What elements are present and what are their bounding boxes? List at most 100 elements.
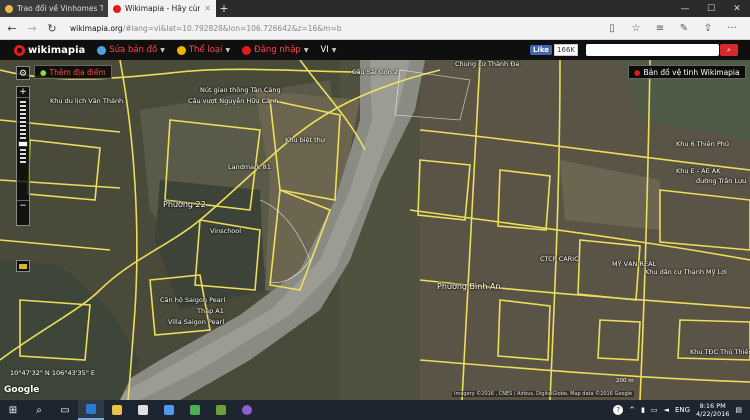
map-label[interactable]: CTCP CARIC bbox=[540, 255, 579, 263]
app-green-taskbar-button[interactable] bbox=[182, 400, 208, 420]
settings-button[interactable]: ⚙ bbox=[16, 66, 30, 80]
more-icon[interactable]: ··· bbox=[720, 23, 744, 34]
map-label[interactable]: Phường Bình An bbox=[437, 282, 501, 291]
facebook-like-button[interactable]: Like bbox=[529, 45, 553, 55]
google-logo[interactable]: Google bbox=[4, 385, 39, 395]
viber-taskbar-button[interactable] bbox=[234, 400, 260, 420]
add-place-icon: ● bbox=[40, 67, 47, 77]
satellite-map-canvas bbox=[0, 60, 750, 400]
search-icon: ⌕ bbox=[36, 404, 42, 416]
wikimapia-logo-icon bbox=[14, 44, 25, 56]
favorite-star-icon[interactable]: ☆ bbox=[624, 23, 648, 34]
map-label[interactable]: MỸ VẠN REAL bbox=[612, 260, 656, 268]
map-label[interactable]: Vinschool bbox=[210, 227, 241, 235]
map-label[interactable]: Khu 6 Thiện Phú bbox=[676, 140, 729, 148]
edit-map-menu[interactable]: Sửa bản đồ ▼ bbox=[97, 45, 165, 55]
map-label[interactable]: Khu du lịch Văn Thánh bbox=[50, 97, 123, 105]
login-menu[interactable]: Đăng nhập ▼ bbox=[242, 45, 308, 55]
store-icon bbox=[138, 405, 148, 415]
volume-icon[interactable]: ◄ bbox=[664, 406, 669, 414]
minimize-button[interactable]: — bbox=[672, 0, 698, 17]
zoom-slider[interactable] bbox=[17, 101, 29, 197]
layers-button[interactable] bbox=[16, 260, 30, 272]
map-label[interactable]: Landmark 81 bbox=[228, 163, 271, 171]
battery-icon[interactable]: ▭ bbox=[651, 406, 658, 414]
map-attribution[interactable]: Imagery ©2016 , CNES / Airbus, DigitalGl… bbox=[452, 391, 635, 397]
language-menu[interactable]: VI ▼ bbox=[320, 45, 336, 55]
map-label[interactable]: Căn hộ Saigon Pearl bbox=[160, 296, 225, 304]
zoom-slider-handle[interactable] bbox=[18, 141, 28, 147]
search-button[interactable]: ⌕ bbox=[720, 44, 738, 56]
chevron-down-icon: ▼ bbox=[225, 46, 231, 54]
map-label[interactable]: Cầu Sài Gòn 2 bbox=[352, 68, 398, 76]
forum-favicon-icon bbox=[5, 4, 13, 13]
map-label[interactable]: Khu E - AE AK bbox=[676, 167, 720, 175]
chevron-down-icon: ▼ bbox=[160, 46, 165, 54]
coordinates-readout: 10°47'32" N 106°43'35" E bbox=[10, 369, 95, 377]
map-label[interactable]: Villa Saigon Pearl bbox=[168, 318, 224, 326]
satellite-map-button[interactable]: ● Bản đồ vệ tinh Wikimapia bbox=[628, 65, 746, 79]
facebook-like[interactable]: Like 166K bbox=[529, 44, 578, 56]
back-arrow-icon[interactable]: ← bbox=[4, 20, 20, 36]
map-label[interactable]: Cầu vượt Nguyễn Hữu Cảnh bbox=[188, 97, 278, 105]
close-tab-icon[interactable]: ✕ bbox=[204, 4, 211, 13]
url-path: /#lang=vi&lat=10.792828&lon=106.726642&z… bbox=[122, 23, 342, 33]
maximize-button[interactable]: ☐ bbox=[698, 0, 724, 17]
add-place-button[interactable]: ● Thêm địa điểm bbox=[34, 65, 112, 79]
map-label[interactable]: Tháp A1 bbox=[197, 307, 224, 315]
store-taskbar-button[interactable] bbox=[130, 400, 156, 420]
task-view-button[interactable]: ▭ bbox=[52, 400, 78, 420]
new-tab-button[interactable]: + bbox=[216, 0, 232, 17]
refresh-icon[interactable]: ↻ bbox=[44, 20, 60, 36]
search-input[interactable] bbox=[586, 44, 719, 56]
screen: Trao đổi về Vinhomes Tân C Wikimapia - H… bbox=[0, 0, 750, 420]
login-label: Đăng nhập bbox=[254, 45, 301, 55]
help-icon[interactable]: ? bbox=[613, 405, 624, 415]
explorer-taskbar-button[interactable] bbox=[104, 400, 130, 420]
category-menu[interactable]: Thể loại ▼ bbox=[176, 45, 231, 55]
tab-wikimapia[interactable]: Wikimapia - Hãy cùng r ✕ bbox=[108, 0, 216, 17]
globe-icon bbox=[97, 45, 107, 55]
viber-icon bbox=[242, 405, 252, 415]
zoom-in-button[interactable]: + bbox=[17, 87, 29, 98]
chevron-up-icon[interactable]: ^ bbox=[629, 406, 635, 414]
category-icon bbox=[176, 45, 186, 55]
map-label[interactable]: Chung cư Thành Đa bbox=[455, 60, 519, 68]
map-label[interactable]: Khu dân cư Thạnh Mỹ Lợi bbox=[645, 268, 727, 276]
map-view[interactable]: Cầu Sài Gòn 2 Chung cư Thành Đa Khu du l… bbox=[0, 60, 750, 400]
facebook-like-count: 166K bbox=[554, 44, 578, 56]
hub-icon[interactable]: ≡ bbox=[648, 23, 672, 34]
chevron-down-icon: ▼ bbox=[303, 46, 309, 54]
web-note-icon[interactable]: ✎ bbox=[672, 23, 696, 34]
wikimapia-toolbar: wikimapia Sửa bản đồ ▼ Thể loại ▼ Đăng n… bbox=[0, 40, 750, 60]
map-label[interactable]: Phường 22 bbox=[163, 200, 206, 209]
address-bar: ← → ↻ wikimapia.org/#lang=vi&lat=10.7928… bbox=[0, 17, 750, 40]
share-icon[interactable]: ⇪ bbox=[696, 23, 720, 34]
map-label[interactable]: Khu biệt thự bbox=[285, 136, 325, 144]
app-greenstripe-taskbar-button[interactable] bbox=[208, 400, 234, 420]
search-button[interactable]: ⌕ bbox=[26, 400, 52, 420]
dropbox-icon bbox=[164, 405, 174, 415]
close-window-button[interactable]: ✕ bbox=[724, 0, 750, 17]
clock-date: 4/22/2016 bbox=[696, 410, 730, 418]
url-field[interactable]: wikimapia.org/#lang=vi&lat=10.792828&lon… bbox=[70, 24, 342, 33]
window-controls: — ☐ ✕ bbox=[672, 0, 750, 17]
forward-arrow-icon[interactable]: → bbox=[24, 20, 40, 36]
map-label[interactable]: đường Trần Lựu bbox=[696, 177, 746, 185]
chat-app-icon bbox=[190, 405, 200, 415]
tab-vinhomes[interactable]: Trao đổi về Vinhomes Tân C bbox=[0, 0, 108, 17]
map-label[interactable]: Khu TĐC Thủ Thiêm bbox=[690, 348, 750, 356]
wikimapia-logo[interactable]: wikimapia bbox=[14, 44, 85, 56]
reading-view-icon[interactable]: ▯ bbox=[600, 23, 624, 34]
start-button[interactable]: ⊞ bbox=[0, 400, 26, 420]
windows-taskbar: ⊞ ⌕ ▭ ? ^ ▮ ▭ ◄ ENG 8:16 PM 4/22/2016 ▤ bbox=[0, 400, 750, 420]
dropbox-taskbar-button[interactable] bbox=[156, 400, 182, 420]
zoom-out-button[interactable]: − bbox=[17, 200, 29, 211]
notifications-icon[interactable]: ▤ bbox=[735, 406, 742, 414]
language-indicator[interactable]: ENG bbox=[675, 406, 690, 414]
edge-taskbar-button[interactable] bbox=[78, 400, 104, 420]
network-icon[interactable]: ▮ bbox=[641, 406, 645, 414]
map-label[interactable]: Nút giao thông Tân Cảng bbox=[200, 86, 281, 94]
gear-icon: ⚙ bbox=[18, 69, 28, 79]
clock[interactable]: 8:16 PM 4/22/2016 bbox=[696, 402, 729, 418]
